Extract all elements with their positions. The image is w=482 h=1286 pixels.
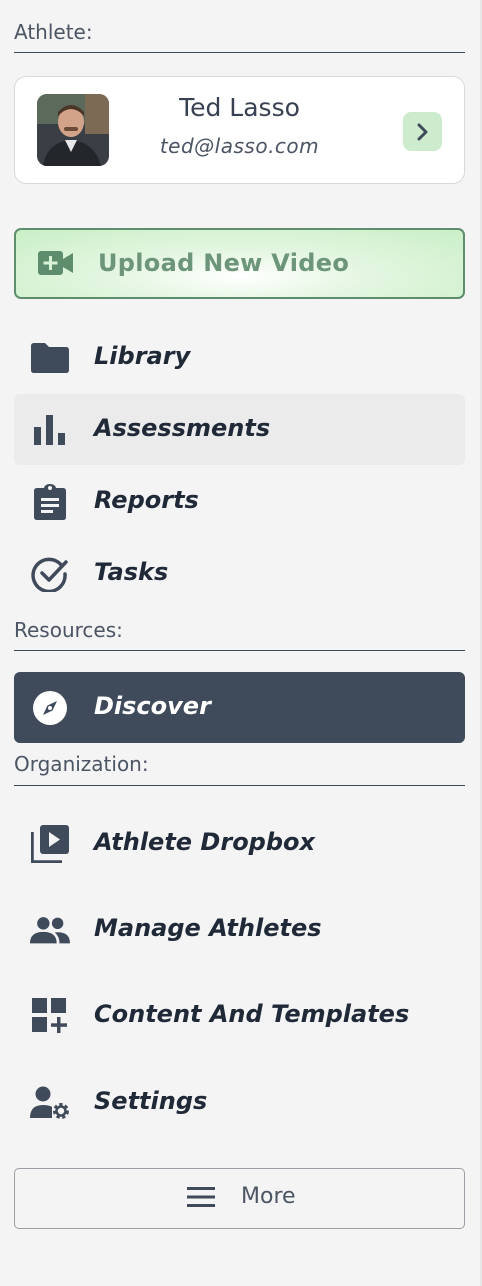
nav-label-assessments: Assessments [94, 414, 271, 442]
upload-label: Upload New Video [98, 249, 350, 277]
nav-item-library[interactable]: Library [14, 322, 465, 393]
more-label: More [241, 1184, 296, 1209]
divider [14, 52, 465, 53]
dashboard-add-icon [30, 997, 70, 1035]
nav-item-tasks[interactable]: Tasks [14, 538, 465, 609]
people-icon [30, 911, 70, 949]
clipboard-icon [30, 483, 70, 521]
nav-item-manage-athletes[interactable]: Manage Athletes [14, 894, 465, 965]
nav-item-discover[interactable]: Discover [14, 672, 465, 743]
athlete-card[interactable]: Ted Lasso ted@lasso.com [14, 76, 465, 184]
nav-label-settings: Settings [94, 1087, 208, 1115]
nav-item-assessments[interactable]: Assessments [14, 394, 465, 465]
section-label-resources: Resources: [14, 618, 123, 642]
section-label-athlete: Athlete: [14, 20, 93, 44]
nav-label-library: Library [94, 342, 191, 370]
avatar [37, 94, 109, 166]
nav-label-tasks: Tasks [94, 558, 169, 586]
bar-chart-icon [30, 411, 70, 449]
nav-label-discover: Discover [94, 692, 211, 720]
nav-label-manage-athletes: Manage Athletes [94, 914, 322, 942]
more-button[interactable]: More [14, 1168, 465, 1229]
chevron-right-icon[interactable] [403, 112, 442, 151]
nav-label-reports: Reports [94, 486, 199, 514]
check-circle-icon [30, 555, 70, 593]
divider [14, 785, 465, 786]
section-label-organization: Organization: [14, 752, 149, 776]
athlete-email: ted@lasso.com [159, 134, 320, 158]
upload-new-video-button[interactable]: Upload New Video [14, 228, 465, 299]
video-plus-icon [38, 250, 74, 280]
nav-item-content-templates[interactable]: Content And Templates [14, 980, 465, 1051]
folder-icon [30, 339, 70, 377]
nav-item-athlete-dropbox[interactable]: Athlete Dropbox [14, 808, 465, 879]
divider [14, 650, 465, 651]
nav-label-content-templates: Content And Templates [94, 1000, 410, 1028]
compass-icon [30, 689, 70, 727]
menu-icon [187, 1186, 215, 1212]
athlete-name: Ted Lasso [179, 93, 300, 122]
nav-label-athlete-dropbox: Athlete Dropbox [94, 828, 316, 856]
video-library-icon [30, 825, 70, 863]
user-gear-icon [30, 1084, 70, 1122]
nav-item-reports[interactable]: Reports [14, 466, 465, 537]
nav-item-settings[interactable]: Settings [14, 1067, 465, 1138]
